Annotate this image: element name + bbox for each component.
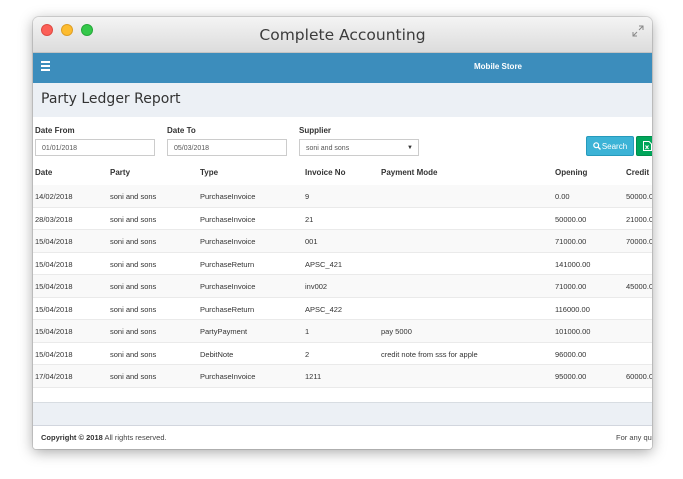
- cell-date: 15/04/2018: [35, 282, 73, 291]
- search-button-label: Search: [601, 142, 628, 151]
- cell-opening: 95000.00: [555, 372, 587, 381]
- col-opening[interactable]: Opening: [555, 168, 587, 177]
- title-bar: Complete Accounting: [33, 17, 652, 53]
- copyright-suffix: All rights reserved.: [102, 433, 167, 442]
- cell-invoice: 21: [305, 214, 314, 224]
- cell-type: PurchaseInvoice: [200, 372, 256, 381]
- cell-invoice: APSC_421: [305, 259, 343, 269]
- cell-invoice: 1: [305, 327, 310, 336]
- col-party[interactable]: Party: [110, 168, 130, 177]
- table-header: Date Party Type Invoice No Payment Mode …: [33, 163, 652, 187]
- date-from-input[interactable]: 01/01/2018: [35, 139, 155, 156]
- supplier-label: Supplier: [299, 126, 332, 135]
- store-name: Mobile Store: [474, 62, 523, 71]
- table-row[interactable]: 15/04/2018 soni and sons DebitNote 2 credit …: [33, 343, 652, 365]
- cell-invoice: 1211: [305, 372, 322, 381]
- cell-party: soni and sons: [110, 349, 157, 359]
- table-row[interactable]: 14/02/2018 soni and sons PurchaseInvoice 9 0…: [33, 185, 652, 208]
- cell-credit: 60000.0: [626, 372, 652, 381]
- cell-opening: 96000.00: [555, 349, 587, 359]
- cell-opening: 71000.00: [555, 237, 587, 246]
- cell-opening: 141000.00: [555, 259, 591, 269]
- col-invoice[interactable]: Invoice No: [305, 168, 345, 177]
- cell-type: PurchaseReturn: [200, 304, 255, 314]
- col-credit[interactable]: Credit: [626, 168, 649, 177]
- table-row[interactable]: 15/04/2018 soni and sons PurchaseInvoice 00…: [33, 230, 652, 253]
- cell-date: 17/04/2018: [35, 372, 73, 381]
- copyright-text: Copyright © 2018 All rights reserved.: [41, 433, 167, 442]
- cell-party: soni and sons: [110, 304, 157, 314]
- top-navbar: Mobile Store: [33, 53, 652, 83]
- footer-right-text: For any qu: [616, 433, 652, 442]
- search-icon: [593, 142, 601, 150]
- cell-payment: pay 5000: [381, 327, 412, 336]
- date-to-input[interactable]: 05/03/2018: [167, 139, 287, 156]
- page-header: Party Ledger Report: [33, 83, 652, 117]
- cell-type: PurchaseInvoice: [200, 282, 256, 291]
- excel-icon: [643, 141, 652, 151]
- cell-invoice: 9: [305, 192, 310, 201]
- table-row[interactable]: 15/04/2018 soni and sons PurchaseReturn APS…: [33, 298, 652, 320]
- supplier-select[interactable]: soni and sons ▼: [299, 139, 419, 156]
- cell-opening: 71000.00: [555, 282, 587, 291]
- cell-opening: 101000.00: [555, 327, 591, 336]
- cell-invoice: 001: [305, 237, 318, 246]
- hamburger-icon[interactable]: [41, 61, 50, 71]
- table-row[interactable]: 15/04/2018 soni and sons PurchaseReturn APS…: [33, 253, 652, 275]
- content-bottom-bar: [33, 402, 652, 425]
- table-row[interactable]: 17/04/2018 soni and sons PurchaseInvoice 12…: [33, 365, 652, 388]
- cell-type: PurchaseInvoice: [200, 192, 256, 201]
- cell-party: soni and sons: [110, 259, 157, 269]
- cell-date: 14/02/2018: [35, 192, 73, 201]
- cell-party: soni and sons: [110, 282, 157, 291]
- cell-credit: 50000.0: [626, 192, 652, 201]
- cell-opening: 0.00: [555, 192, 570, 201]
- cell-payment: credit note from sss for apple: [381, 349, 478, 359]
- cell-credit: 21000.0: [626, 214, 652, 224]
- cell-party: soni and sons: [110, 237, 157, 246]
- cell-type: PurchaseInvoice: [200, 214, 256, 224]
- cell-party: soni and sons: [110, 327, 157, 336]
- cell-credit: 45000.0: [626, 282, 652, 291]
- copyright-prefix: Copyright © 2018: [41, 433, 103, 442]
- table-body: 14/02/2018 soni and sons PurchaseInvoice 9 0…: [33, 185, 652, 388]
- col-date[interactable]: Date: [35, 168, 52, 177]
- export-excel-button[interactable]: [636, 136, 652, 156]
- table-row[interactable]: 15/04/2018 soni and sons PartyPayment 1 pay …: [33, 320, 652, 343]
- cell-party: soni and sons: [110, 214, 157, 224]
- cell-date: 15/04/2018: [35, 327, 73, 336]
- table-row[interactable]: 28/03/2018 soni and sons PurchaseInvoice 21…: [33, 208, 652, 230]
- date-to-label: Date To: [167, 126, 196, 135]
- supplier-select-value: soni and sons: [306, 145, 350, 152]
- search-button[interactable]: Search: [586, 136, 634, 156]
- cell-invoice: inv002: [305, 282, 328, 291]
- cell-opening: 50000.00: [555, 214, 587, 224]
- col-type[interactable]: Type: [200, 168, 218, 177]
- cell-date: 15/04/2018: [35, 237, 73, 246]
- cell-type: PartyPayment: [200, 327, 248, 336]
- cell-party: soni and sons: [110, 192, 157, 201]
- table-row[interactable]: 15/04/2018 soni and sons PurchaseInvoice in…: [33, 275, 652, 298]
- cell-party: soni and sons: [110, 372, 157, 381]
- cell-type: PurchaseInvoice: [200, 237, 256, 246]
- cell-date: 15/04/2018: [35, 259, 73, 269]
- page-title: Party Ledger Report: [41, 91, 181, 107]
- cell-date: 28/03/2018: [35, 214, 73, 224]
- app-window: Complete Accounting Mobile Store Party L…: [33, 17, 652, 449]
- cell-date: 15/04/2018: [35, 349, 73, 359]
- cell-invoice: 2: [305, 349, 310, 359]
- cell-opening: 116000.00: [555, 304, 590, 314]
- cell-date: 15/04/2018: [35, 304, 73, 314]
- cell-invoice: APSC_422: [305, 304, 343, 314]
- expand-icon[interactable]: [632, 25, 644, 37]
- window-title: Complete Accounting: [259, 26, 426, 44]
- cell-credit: 70000.0: [626, 237, 652, 246]
- cell-type: PurchaseReturn: [200, 259, 255, 269]
- footer: Copyright © 2018 All rights reserved. Fo…: [33, 425, 652, 449]
- col-payment-mode[interactable]: Payment Mode: [381, 168, 437, 177]
- cell-type: DebitNote: [200, 349, 234, 359]
- caret-down-icon: ▼: [407, 145, 413, 151]
- date-from-label: Date From: [35, 126, 75, 135]
